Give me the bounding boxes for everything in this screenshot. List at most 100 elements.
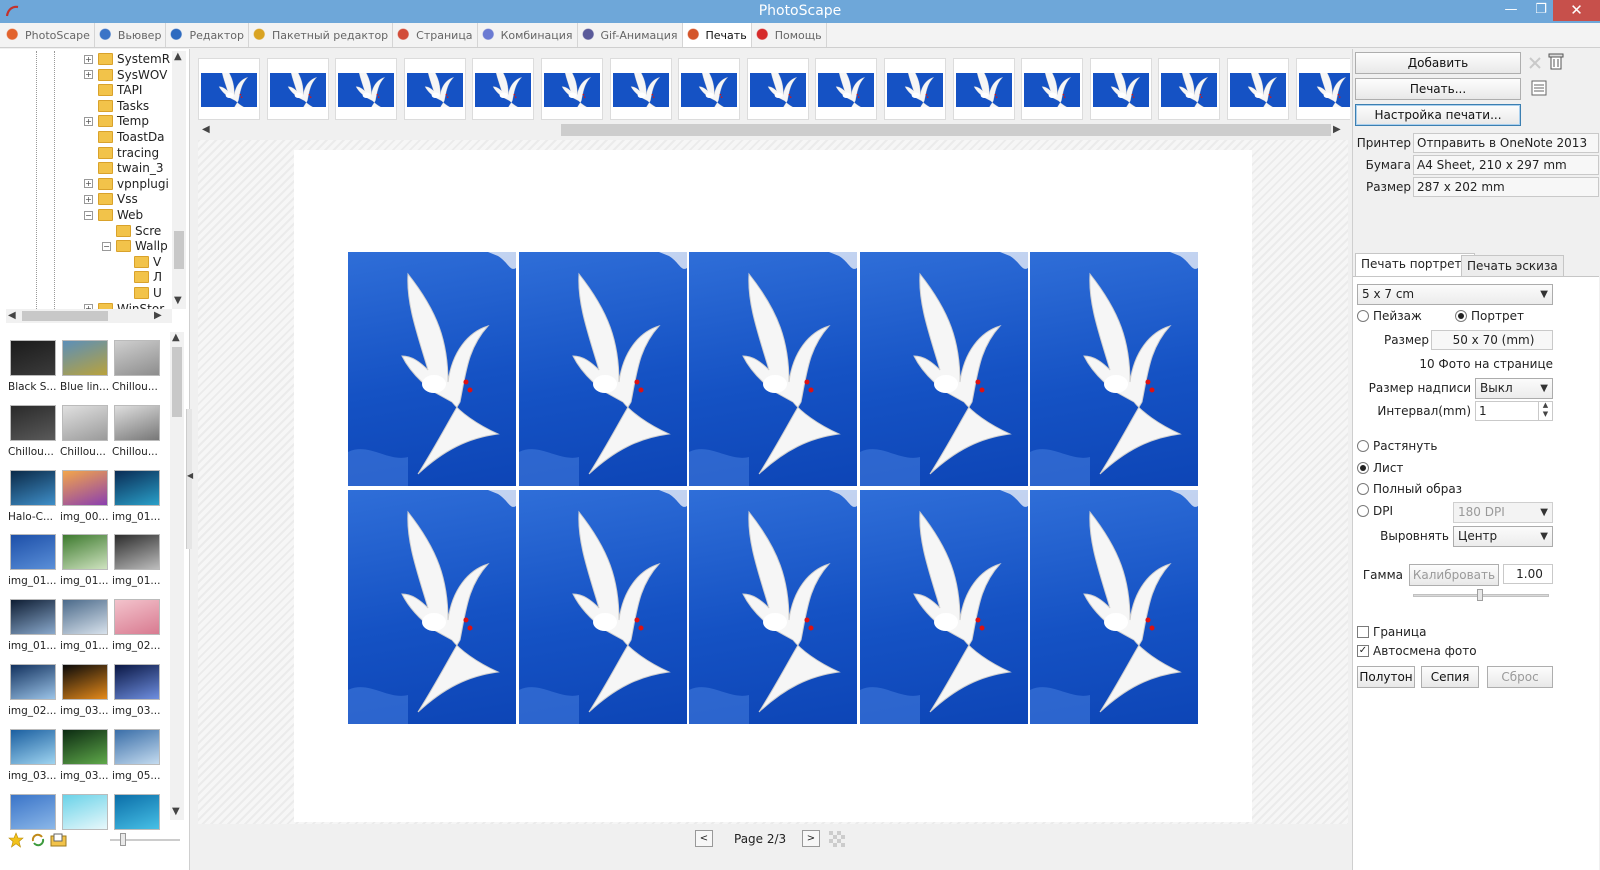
folder-tree-item[interactable]: + SystemR — [84, 51, 170, 67]
thumbnail-item[interactable]: img_05... — [112, 726, 162, 788]
filmstrip-photo[interactable] — [198, 54, 260, 122]
folder-tree[interactable]: + SystemR + SysWOV TAPI Tasks + Temp ToastDa trac… — [6, 51, 172, 309]
expand-toggle-icon[interactable]: + — [84, 179, 93, 189]
filmstrip-photo[interactable] — [609, 54, 672, 122]
thumbnail-list[interactable]: Black S... Blue lin... Chillou... Chillou..… — [8, 337, 168, 837]
thumbnail-item[interactable]: img_02... — [112, 596, 162, 658]
folder-tree-item[interactable]: − Wallp — [102, 238, 168, 254]
add-button[interactable]: Добавить — [1355, 52, 1521, 74]
scroll-thumb[interactable] — [22, 311, 108, 321]
filmstrip-photo[interactable] — [472, 54, 535, 122]
interval-input[interactable]: 1 ▲ ▼ — [1475, 401, 1553, 421]
tab-page[interactable]: Страница — [393, 23, 478, 47]
interval-stepper[interactable]: ▲ ▼ — [1538, 402, 1552, 420]
folder-tree-item[interactable]: − Web — [84, 207, 143, 223]
sheet-radio[interactable]: Лист — [1357, 461, 1403, 475]
remove-icon[interactable] — [1527, 55, 1543, 71]
scroll-right-icon[interactable]: ▶ — [1333, 124, 1341, 135]
folder-tree-item[interactable]: Tasks — [84, 98, 149, 114]
print-preview-area[interactable] — [198, 140, 1348, 824]
filmstrip-photo[interactable] — [1089, 54, 1152, 122]
tab-batch-editor[interactable]: Пакетный редактор — [249, 23, 394, 47]
expand-toggle-icon[interactable]: + — [84, 70, 93, 80]
filmstrip-photo[interactable] — [1021, 54, 1084, 122]
filmstrip-photo[interactable] — [815, 54, 878, 122]
stretch-radio[interactable]: Растянуть — [1357, 439, 1437, 453]
thumbnail-item[interactable]: img_01... — [60, 531, 110, 593]
print-setup-button[interactable]: Настройка печати... — [1355, 104, 1521, 126]
portrait-radio[interactable]: Портрет — [1455, 309, 1524, 323]
dpi-radio[interactable]: DPI — [1357, 504, 1393, 518]
thumbnail-item[interactable]: img_00... — [60, 467, 110, 529]
folder-tree-item[interactable]: + Temp — [84, 113, 149, 129]
expand-toggle-icon[interactable]: − — [102, 241, 111, 251]
auto-rotate-checkbox[interactable]: ✓ Автосмена фото — [1357, 644, 1477, 658]
folder-tree-item[interactable]: TAPI — [84, 82, 142, 98]
scroll-right-icon[interactable]: ▶ — [154, 310, 162, 321]
align-select[interactable]: Центр ▼ — [1453, 526, 1553, 547]
tab-editor[interactable]: Редактор — [166, 23, 249, 47]
reset-button[interactable]: Сброс — [1487, 666, 1553, 688]
sepia-button[interactable]: Сепия — [1421, 666, 1479, 688]
filmstrip-photo[interactable] — [403, 54, 466, 122]
filmstrip-photo[interactable] — [335, 54, 398, 122]
maximize-button[interactable]: ❐ — [1526, 0, 1556, 21]
scroll-thumb[interactable] — [174, 231, 184, 269]
filmstrip-scrollbar[interactable]: ◀ ▶ — [196, 122, 1350, 138]
full-image-radio[interactable]: Полный образ — [1357, 482, 1462, 496]
filmstrip-photo[interactable] — [1227, 54, 1289, 122]
tab-gif[interactable]: Gif-Анимация — [578, 23, 683, 47]
tab-thumbnail-print[interactable]: Печать эскиза — [1461, 255, 1564, 277]
expand-toggle-icon[interactable]: − — [84, 210, 93, 220]
scroll-thumb[interactable] — [561, 124, 1331, 136]
favorite-star-icon[interactable] — [8, 832, 24, 848]
list-view-icon[interactable] — [1531, 80, 1547, 96]
halftone-button[interactable]: Полутон — [1357, 666, 1415, 688]
filmstrip-photo[interactable] — [884, 54, 946, 122]
scroll-left-icon[interactable]: ◀ — [8, 310, 16, 321]
refresh-icon[interactable] — [30, 832, 46, 848]
thumbnail-item[interactable]: img_03... — [8, 726, 58, 788]
caption-size-select[interactable]: Выкл ▼ — [1475, 378, 1553, 399]
scroll-up-icon[interactable]: ▲ — [172, 332, 180, 343]
expand-toggle-icon[interactable]: + — [84, 194, 93, 204]
thumbnail-item[interactable]: Chillou... — [112, 337, 162, 399]
filmstrip-photo[interactable] — [1158, 54, 1221, 122]
panel-splitter[interactable]: ◀ — [186, 409, 193, 549]
thumbnail-item[interactable]: Chillou... — [8, 402, 58, 464]
dpi-select[interactable]: 180 DPI ▼ — [1453, 502, 1553, 523]
tab-portrait-print[interactable]: Печать портрета — [1355, 253, 1475, 277]
thumbnail-item[interactable]: img_02... — [8, 661, 58, 723]
thumbnail-item[interactable]: Chillou... — [60, 402, 110, 464]
expand-toggle-icon[interactable]: + — [84, 54, 93, 64]
folder-tree-item[interactable]: ToastDa — [84, 129, 165, 145]
folder-tree-item[interactable]: + Vss — [84, 191, 138, 207]
thumbnail-item[interactable]: Black S... — [8, 337, 58, 399]
thumbnail-item[interactable]: img_01... — [8, 531, 58, 593]
expand-toggle-icon[interactable]: + — [84, 116, 93, 126]
folder-tree-item[interactable]: + WinStor — [84, 301, 164, 309]
thumbnail-item[interactable]: Halo-C... — [8, 467, 58, 529]
folder-tree-item[interactable]: V — [120, 254, 161, 270]
thumbnail-item[interactable]: Blue lin... — [60, 337, 110, 399]
folder-tree-item[interactable]: U — [120, 285, 162, 301]
scroll-up-icon[interactable]: ▲ — [174, 51, 182, 62]
filmstrip-photo[interactable] — [746, 54, 809, 122]
thumbnail-item[interactable]: img_01... — [112, 467, 162, 529]
thumbnail-item[interactable]: img_01... — [112, 531, 162, 593]
border-checkbox[interactable]: Граница — [1357, 625, 1426, 639]
print-button[interactable]: Печать... — [1355, 78, 1521, 100]
folder-tree-vertical-scrollbar[interactable]: ▲ ▼ — [172, 51, 186, 309]
photo-format-select[interactable]: 5 x 7 cm ▼ — [1357, 284, 1553, 305]
trash-icon[interactable] — [1548, 52, 1564, 70]
folder-tree-item[interactable]: + SysWOV — [84, 67, 167, 83]
scroll-left-icon[interactable]: ◀ — [202, 124, 210, 135]
thumb-size-slider-knob[interactable] — [120, 833, 126, 846]
folder-tree-item[interactable]: + vpnplugi — [84, 176, 169, 192]
gamma-input[interactable]: 1.00 — [1503, 564, 1553, 584]
filmstrip-photo[interactable] — [1295, 54, 1350, 122]
photo-filmstrip[interactable] — [196, 52, 1350, 122]
tab-combine[interactable]: Комбинация — [478, 23, 578, 47]
close-button[interactable]: ✕ — [1553, 0, 1600, 21]
folder-tree-item[interactable]: Л — [120, 269, 162, 285]
